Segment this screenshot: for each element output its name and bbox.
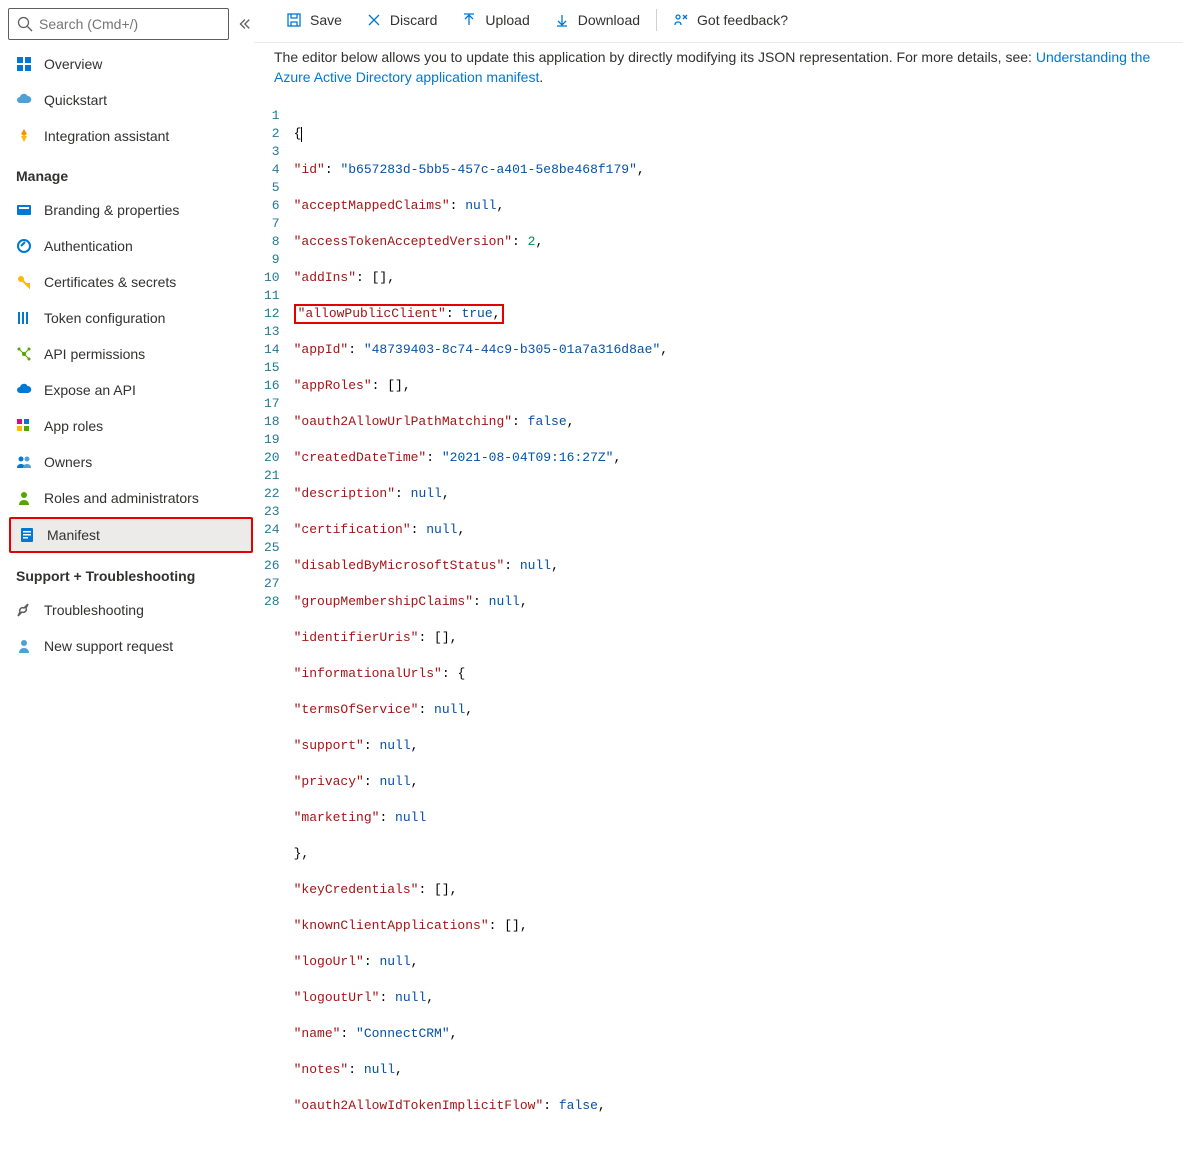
approles-icon	[16, 418, 32, 434]
manifest-icon	[19, 527, 35, 543]
sidebar-item-rolesadmin[interactable]: Roles and administrators	[8, 480, 254, 516]
save-label: Save	[310, 12, 342, 28]
json-editor[interactable]: 1234567891011121314151617181920212223242…	[254, 107, 1183, 1151]
sidebar-item-label: API permissions	[44, 346, 145, 362]
feedback-label: Got feedback?	[697, 12, 788, 28]
sidebar-item-label: Integration assistant	[44, 128, 169, 144]
cloud-api-icon	[16, 382, 32, 398]
key-icon	[16, 274, 32, 290]
sidebar-item-integration[interactable]: Integration assistant	[8, 118, 254, 154]
people-icon	[16, 454, 32, 470]
search-icon	[17, 16, 33, 32]
description-post: .	[539, 69, 543, 85]
upload-label: Upload	[485, 12, 529, 28]
sidebar-item-label: Manifest	[47, 527, 100, 543]
grid-icon	[16, 56, 32, 72]
section-support: Support + Troubleshooting	[8, 554, 254, 592]
line-gutter: 1234567891011121314151617181920212223242…	[254, 107, 294, 1151]
collapse-sidebar-button[interactable]	[237, 14, 251, 34]
sidebar-item-label: Branding & properties	[44, 202, 179, 218]
sidebar: Overview Quickstart Integration assistan…	[0, 0, 254, 610]
code-area[interactable]: { "id": "b657283d-5bb5-457c-a401-5e8be46…	[294, 107, 1183, 1151]
sidebar-item-approles[interactable]: App roles	[8, 408, 254, 444]
content: The editor below allows you to update th…	[254, 42, 1183, 99]
download-button[interactable]: Download	[542, 0, 652, 40]
section-manage: Manage	[8, 154, 254, 192]
rocket-icon	[16, 128, 32, 144]
api-icon	[16, 346, 32, 362]
token-icon	[16, 310, 32, 326]
highlighted-line: "allowPublicClient": true,	[294, 304, 505, 324]
discard-label: Discard	[390, 12, 437, 28]
sidebar-item-label: Owners	[44, 454, 92, 470]
sidebar-item-expose[interactable]: Expose an API	[8, 372, 254, 408]
search-input[interactable]	[39, 16, 220, 32]
sidebar-item-owners[interactable]: Owners	[8, 444, 254, 480]
sidebar-item-troubleshooting[interactable]: Troubleshooting	[8, 592, 254, 628]
save-icon	[286, 12, 302, 28]
discard-button[interactable]: Discard	[354, 0, 449, 40]
save-button[interactable]: Save	[274, 0, 354, 40]
sidebar-item-quickstart[interactable]: Quickstart	[8, 82, 254, 118]
admin-icon	[16, 490, 32, 506]
sidebar-item-label: Authentication	[44, 238, 133, 254]
toolbar: Save Discard Upload Download Got feedbac…	[254, 0, 1183, 40]
sidebar-item-label: New support request	[44, 638, 173, 654]
branding-icon	[16, 202, 32, 218]
sidebar-item-auth[interactable]: Authentication	[8, 228, 254, 264]
sidebar-item-label: Token configuration	[44, 310, 165, 326]
auth-icon	[16, 238, 32, 254]
feedback-button[interactable]: Got feedback?	[661, 0, 800, 40]
support-icon	[16, 638, 32, 654]
sidebar-item-newrequest[interactable]: New support request	[8, 628, 254, 664]
sidebar-item-branding[interactable]: Branding & properties	[8, 192, 254, 228]
toolbar-separator	[656, 9, 657, 31]
download-label: Download	[578, 12, 640, 28]
cloud-icon	[16, 92, 32, 108]
description-text: The editor below allows you to update th…	[274, 49, 1036, 65]
upload-icon	[461, 12, 477, 28]
main-pane: Save Discard Upload Download Got feedbac…	[254, 0, 1183, 610]
sidebar-item-overview[interactable]: Overview	[8, 46, 254, 82]
sidebar-item-label: Roles and administrators	[44, 490, 199, 506]
sidebar-item-label: Certificates & secrets	[44, 274, 176, 290]
sidebar-item-manifest[interactable]: Manifest	[9, 517, 253, 553]
sidebar-item-label: Quickstart	[44, 92, 107, 108]
wrench-icon	[16, 602, 32, 618]
sidebar-item-label: Overview	[44, 56, 102, 72]
download-icon	[554, 12, 570, 28]
sidebar-item-token[interactable]: Token configuration	[8, 300, 254, 336]
sidebar-item-label: App roles	[44, 418, 103, 434]
feedback-icon	[673, 12, 689, 28]
sidebar-item-label: Expose an API	[44, 382, 136, 398]
description: The editor below allows you to update th…	[274, 47, 1163, 87]
sidebar-item-certs[interactable]: Certificates & secrets	[8, 264, 254, 300]
upload-button[interactable]: Upload	[449, 0, 541, 40]
sidebar-item-api[interactable]: API permissions	[8, 336, 254, 372]
discard-icon	[366, 12, 382, 28]
search-box[interactable]	[8, 8, 229, 40]
sidebar-item-label: Troubleshooting	[44, 602, 144, 618]
